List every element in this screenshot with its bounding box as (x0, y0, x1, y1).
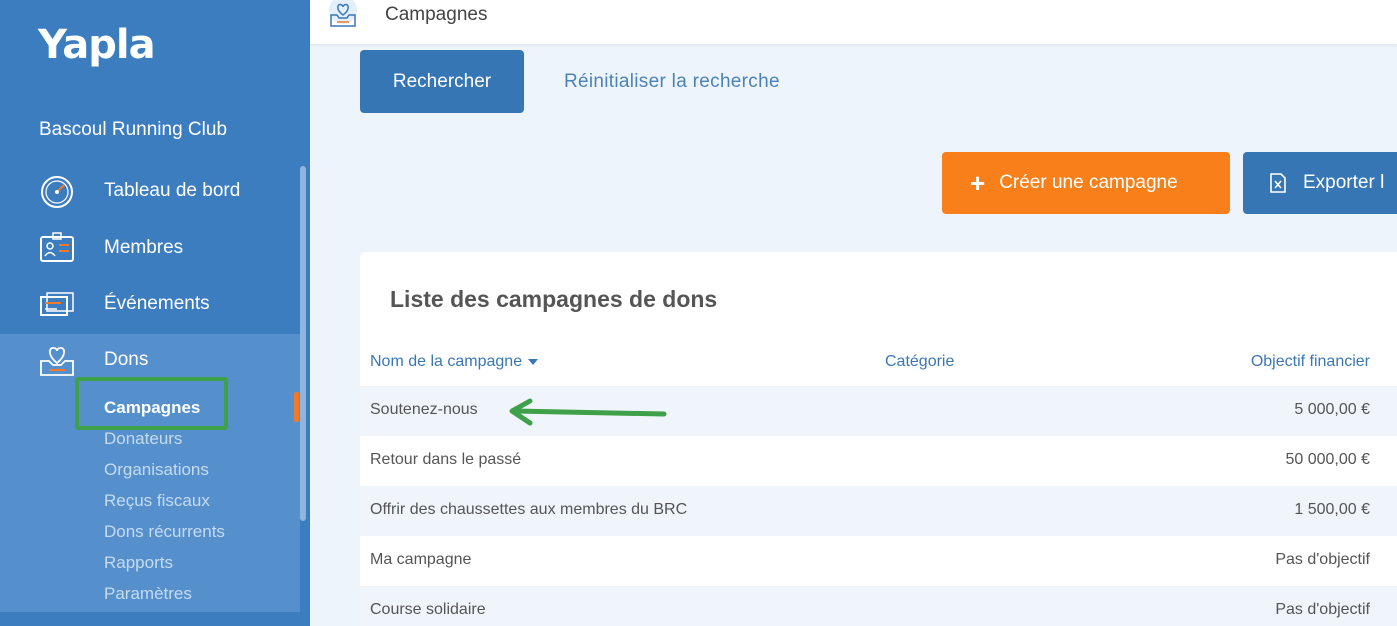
annotation-highlight-box (75, 377, 228, 430)
export-button-label: Exporter l (1303, 172, 1385, 193)
member-card-icon (40, 232, 74, 262)
sidebar-item-dashboard[interactable]: Tableau de bord (0, 165, 300, 217)
submenu-item-rapports[interactable]: Rapports (104, 553, 173, 573)
campaign-objective: Pas d'objectif (1275, 601, 1370, 618)
campaign-name[interactable]: Ma campagne (370, 551, 471, 569)
campaign-objective: 50 000,00 € (1285, 451, 1370, 468)
sidebar-item-members[interactable]: Membres (0, 222, 300, 274)
heart-box-icon (40, 347, 74, 376)
column-header-name[interactable]: Nom de la campagne (370, 353, 539, 371)
tickets-icon (40, 292, 74, 316)
app-logo[interactable]: Yapla (38, 22, 156, 68)
sidebar: Yapla Bascoul Running Club Tableau de bo… (0, 0, 310, 626)
search-button-label: Rechercher (392, 70, 492, 92)
sidebar-item-label: Dons (104, 349, 149, 370)
organization-name: Bascoul Running Club (39, 119, 228, 140)
top-bar: Campagnes (310, 0, 1397, 44)
campaign-name[interactable]: Retour dans le passé (370, 451, 521, 469)
table-row[interactable]: Ma campagne Pas d'objectif (360, 536, 1397, 586)
campaign-name[interactable]: Course solidaire (370, 601, 486, 619)
reset-search-link[interactable]: Réinitialiser la recherche (564, 71, 780, 93)
export-button[interactable]: Exporter l (1243, 152, 1397, 214)
active-item-marker (294, 392, 299, 422)
campaign-list-card: Liste des campagnes de dons Nom de la ca… (360, 252, 1397, 626)
sidebar-item-label: Événements (104, 293, 210, 314)
sidebar-item-events[interactable]: Événements (0, 278, 300, 330)
campaign-name[interactable]: Soutenez-nous (370, 401, 478, 419)
campaign-objective: 1 500,00 € (1294, 501, 1370, 518)
search-button[interactable]: Rechercher (360, 50, 524, 113)
dashboard-gauge-icon (41, 176, 73, 208)
submenu-item-recus-fiscaux[interactable]: Reçus fiscaux (104, 491, 210, 511)
campaign-name[interactable]: Offrir des chaussettes aux membres du BR… (370, 501, 687, 519)
excel-file-icon (1270, 173, 1286, 193)
campaign-objective: Pas d'objectif (1275, 551, 1370, 568)
table-row[interactable]: Offrir des chaussettes aux membres du BR… (360, 486, 1397, 536)
annotation-arrow-icon (509, 398, 667, 426)
sort-caret-icon (528, 358, 539, 365)
submenu-item-donateurs[interactable]: Donateurs (104, 429, 182, 449)
heart-box-icon (329, 0, 357, 27)
submenu-item-dons-recurrents[interactable]: Dons récurrents (104, 522, 225, 542)
submenu-item-organisations[interactable]: Organisations (104, 460, 209, 480)
column-header-objective[interactable]: Objectif financier (1251, 353, 1370, 371)
table-row[interactable]: Course solidaire Pas d'objectif (360, 586, 1397, 626)
sidebar-item-label: Tableau de bord (104, 180, 241, 201)
create-campaign-label: Créer une campagne (999, 172, 1178, 193)
sidebar-item-label: Membres (104, 237, 184, 258)
card-title: Liste des campagnes de dons (390, 286, 718, 312)
submenu-item-parametres[interactable]: Paramètres (104, 584, 192, 604)
sidebar-scrollbar[interactable] (300, 166, 306, 521)
table-row[interactable]: Retour dans le passé 50 000,00 € (360, 436, 1397, 486)
page-title: Campagnes (385, 4, 488, 25)
plus-icon: + (970, 167, 986, 198)
create-campaign-button[interactable]: + Créer une campagne (942, 152, 1230, 214)
column-header-category[interactable]: Catégorie (885, 353, 954, 371)
campaign-objective: 5 000,00 € (1294, 401, 1370, 418)
